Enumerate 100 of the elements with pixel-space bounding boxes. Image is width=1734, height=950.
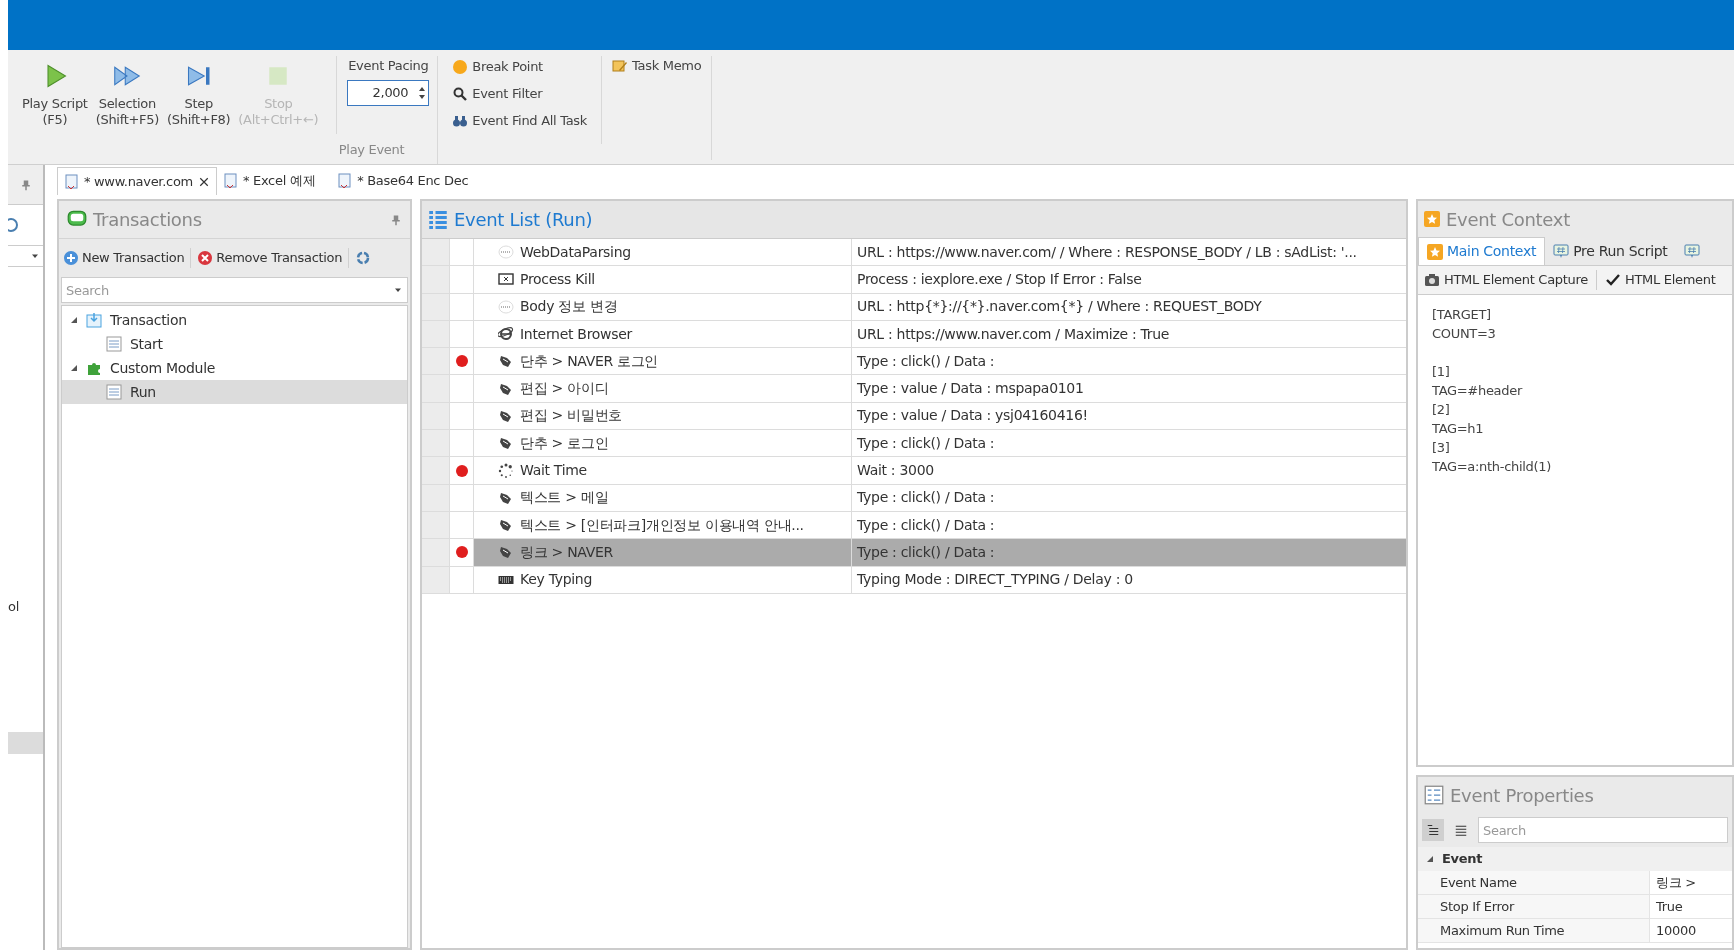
breakpoint-icon[interactable] bbox=[455, 355, 468, 368]
ribbon-tool[interactable]: Event Find All Task bbox=[452, 110, 588, 131]
event-name: 편집 > 아이디 bbox=[520, 379, 609, 399]
property-value[interactable]: 10000 bbox=[1650, 919, 1696, 942]
event-row[interactable]: 텍스트 > 메일 Type : click() / Data : bbox=[422, 484, 1406, 512]
memo-icon bbox=[612, 57, 629, 74]
spinner-icon bbox=[498, 462, 514, 479]
property-name: Maximum Run Time bbox=[1418, 919, 1650, 942]
context-tool[interactable]: HTML Element bbox=[1604, 270, 1724, 290]
event-details: Type : value / Data : mspapa0101 bbox=[857, 379, 1084, 399]
task-memo-button[interactable]: Task Memo bbox=[612, 56, 702, 76]
pin-icon bbox=[19, 178, 32, 191]
pacing-spinner[interactable]: 2,000 bbox=[347, 79, 430, 106]
script-page-icon bbox=[64, 173, 80, 190]
event-name: 단추 > 로그인 bbox=[520, 433, 609, 453]
tree-item[interactable]: Custom Module bbox=[110, 357, 216, 379]
event-row[interactable]: 링크 > NAVER Type : click() / Data : bbox=[422, 539, 1406, 567]
ribbon-tool[interactable]: Break Point bbox=[452, 56, 588, 77]
event-row[interactable]: Internet Browser URL : https://www.naver.com / Maximize : True bbox=[422, 320, 1406, 349]
event-details: Wait : 3000 bbox=[857, 461, 934, 480]
context-line: TAG=h1 bbox=[1432, 420, 1485, 438]
document-tab[interactable]: * Base64 Enc Dec bbox=[331, 167, 485, 195]
event-name: Key Typing bbox=[520, 570, 593, 590]
expander-icon[interactable] bbox=[70, 316, 78, 324]
script-icon bbox=[1553, 243, 1570, 259]
event-name: WebDataParsing bbox=[520, 242, 631, 262]
event-details: Typing Mode : DIRECT_TYPING / Delay : 0 bbox=[857, 570, 1133, 590]
list-icon bbox=[106, 384, 122, 400]
event-row[interactable]: WebDataParsing URL : https://www.naver.com/ / Where : RESPONSE_BODY / LB : sAdList: '... bbox=[422, 239, 1406, 267]
event-name: 단추 > NAVER 로그인 bbox=[520, 351, 659, 371]
ribbon-button[interactable]: Step (Shift+F8) bbox=[163, 56, 235, 128]
event-details: URL : http{*}://{*}.naver.com{*} / Where : REQUEST_BODY bbox=[857, 297, 1262, 317]
expander-icon bbox=[1426, 855, 1434, 863]
close-icon[interactable] bbox=[198, 175, 210, 188]
context-tab[interactable]: Pre Run Script bbox=[1545, 237, 1676, 265]
property-name: Stop If Error bbox=[1418, 895, 1650, 918]
event-details: Type : click() / Data : bbox=[857, 488, 995, 508]
grouped-list-icon bbox=[1427, 824, 1439, 836]
event-details: URL : https://www.naver.com/ / Where : RESPONSE_BODY / LB : sAdList: '... bbox=[857, 242, 1357, 262]
breakpoint-icon[interactable] bbox=[455, 546, 468, 559]
event-name: Process Kill bbox=[520, 269, 595, 289]
star-icon bbox=[1424, 211, 1440, 227]
tree-item[interactable]: Transaction bbox=[110, 309, 187, 331]
event-row[interactable]: 단추 > 로그인 Type : click() / Data : bbox=[422, 430, 1406, 458]
categorized-view-button[interactable] bbox=[1422, 819, 1444, 841]
event-row[interactable]: 편집 > 아이디 Type : value / Data : mspapa0101 bbox=[422, 375, 1406, 403]
context-line: [2] bbox=[1432, 401, 1451, 419]
window-close-icon bbox=[498, 271, 514, 288]
context-line: COUNT=3 bbox=[1432, 325, 1497, 343]
browser-icon bbox=[498, 326, 514, 343]
event-name: Internet Browser bbox=[520, 324, 632, 344]
puzzle-icon bbox=[86, 360, 102, 376]
event-row[interactable]: 단추 > NAVER 로그인 Type : click() / Data : bbox=[422, 348, 1406, 376]
expander-icon[interactable] bbox=[70, 364, 78, 372]
remove-transaction-button[interactable]: Remove Transaction bbox=[197, 248, 350, 268]
search-field[interactable]: Search bbox=[61, 277, 408, 303]
property-value[interactable]: 링크 > bbox=[1650, 871, 1696, 894]
script-page-icon bbox=[223, 173, 239, 189]
web-icon bbox=[498, 244, 514, 261]
event-name: 텍스트 > [인터파크]개인정보 이용내역 안내... bbox=[520, 515, 804, 535]
star-icon bbox=[1427, 243, 1443, 260]
close-circle-icon bbox=[197, 250, 214, 266]
search-field[interactable]: Search bbox=[1478, 817, 1728, 843]
event-row[interactable]: 텍스트 > [인터파크]개인정보 이용내역 안내... Type : click() / Data : bbox=[422, 511, 1406, 540]
context-line: [3] bbox=[1432, 439, 1451, 457]
context-text-area[interactable]: [TARGET] COUNT=3 [1] TAG=#header [2] TAG=h1 [3] TAG=a:nth-child(1) bbox=[1418, 295, 1732, 765]
ribbon-tool[interactable]: Event Filter bbox=[452, 83, 588, 104]
ribbon-button[interactable]: Play Script (F5) bbox=[18, 56, 92, 128]
event-details: Type : click() / Data : bbox=[857, 515, 995, 535]
search-icon bbox=[452, 85, 469, 102]
plus-circle-icon bbox=[63, 250, 79, 266]
script-icon bbox=[1683, 243, 1700, 259]
event-row[interactable]: 편집 > 비밀번호 Type : value / Data : ysj04160416! bbox=[422, 402, 1406, 431]
property-value[interactable]: True bbox=[1650, 895, 1683, 918]
ribbon-button[interactable]: Selection (Shift+F5) bbox=[91, 56, 163, 128]
event-details: Process : iexplore.exe / Stop If Error : False bbox=[857, 269, 1142, 289]
event-name: 링크 > NAVER bbox=[520, 542, 613, 562]
list-icon bbox=[428, 209, 448, 230]
dropdown-caret-icon[interactable] bbox=[394, 286, 402, 294]
circle-icon bbox=[452, 58, 469, 75]
event-details: Type : value / Data : ysj04160416! bbox=[857, 406, 1088, 426]
document-tab[interactable]: * Excel 예제 bbox=[217, 167, 332, 195]
tree-item[interactable]: Start bbox=[130, 333, 163, 355]
panel-title: Event List (Run) bbox=[454, 208, 593, 232]
context-tab[interactable]: Main Context bbox=[1418, 237, 1546, 265]
context-tool[interactable]: HTML Element Capture bbox=[1424, 270, 1597, 290]
list-icon bbox=[106, 336, 122, 352]
event-row[interactable]: Process Kill Process : iexplore.exe / Stop If Error : False bbox=[422, 266, 1406, 294]
check-icon bbox=[1604, 272, 1621, 288]
event-details: URL : https://www.naver.com / Maximize : True bbox=[857, 324, 1170, 344]
tree-item[interactable]: Run bbox=[130, 381, 156, 403]
breakpoint-icon[interactable] bbox=[455, 464, 468, 477]
spinner-arrows-icon[interactable] bbox=[418, 85, 427, 100]
document-tab[interactable]: * www.naver.com bbox=[57, 167, 217, 195]
event-row[interactable]: Key Typing Typing Mode : DIRECT_TYPING / Delay : 0 bbox=[422, 566, 1406, 594]
new-transaction-button[interactable]: New Transaction bbox=[63, 248, 192, 268]
event-row[interactable]: Wait Time Wait : 3000 bbox=[422, 457, 1406, 485]
property-name: Event Name bbox=[1418, 871, 1650, 894]
event-row[interactable]: Body 정보 변경 URL : http{*}://{*}.naver.com{*} / Where : REQUEST_BODY bbox=[422, 293, 1406, 321]
dropdown-caret-icon bbox=[31, 252, 39, 260]
